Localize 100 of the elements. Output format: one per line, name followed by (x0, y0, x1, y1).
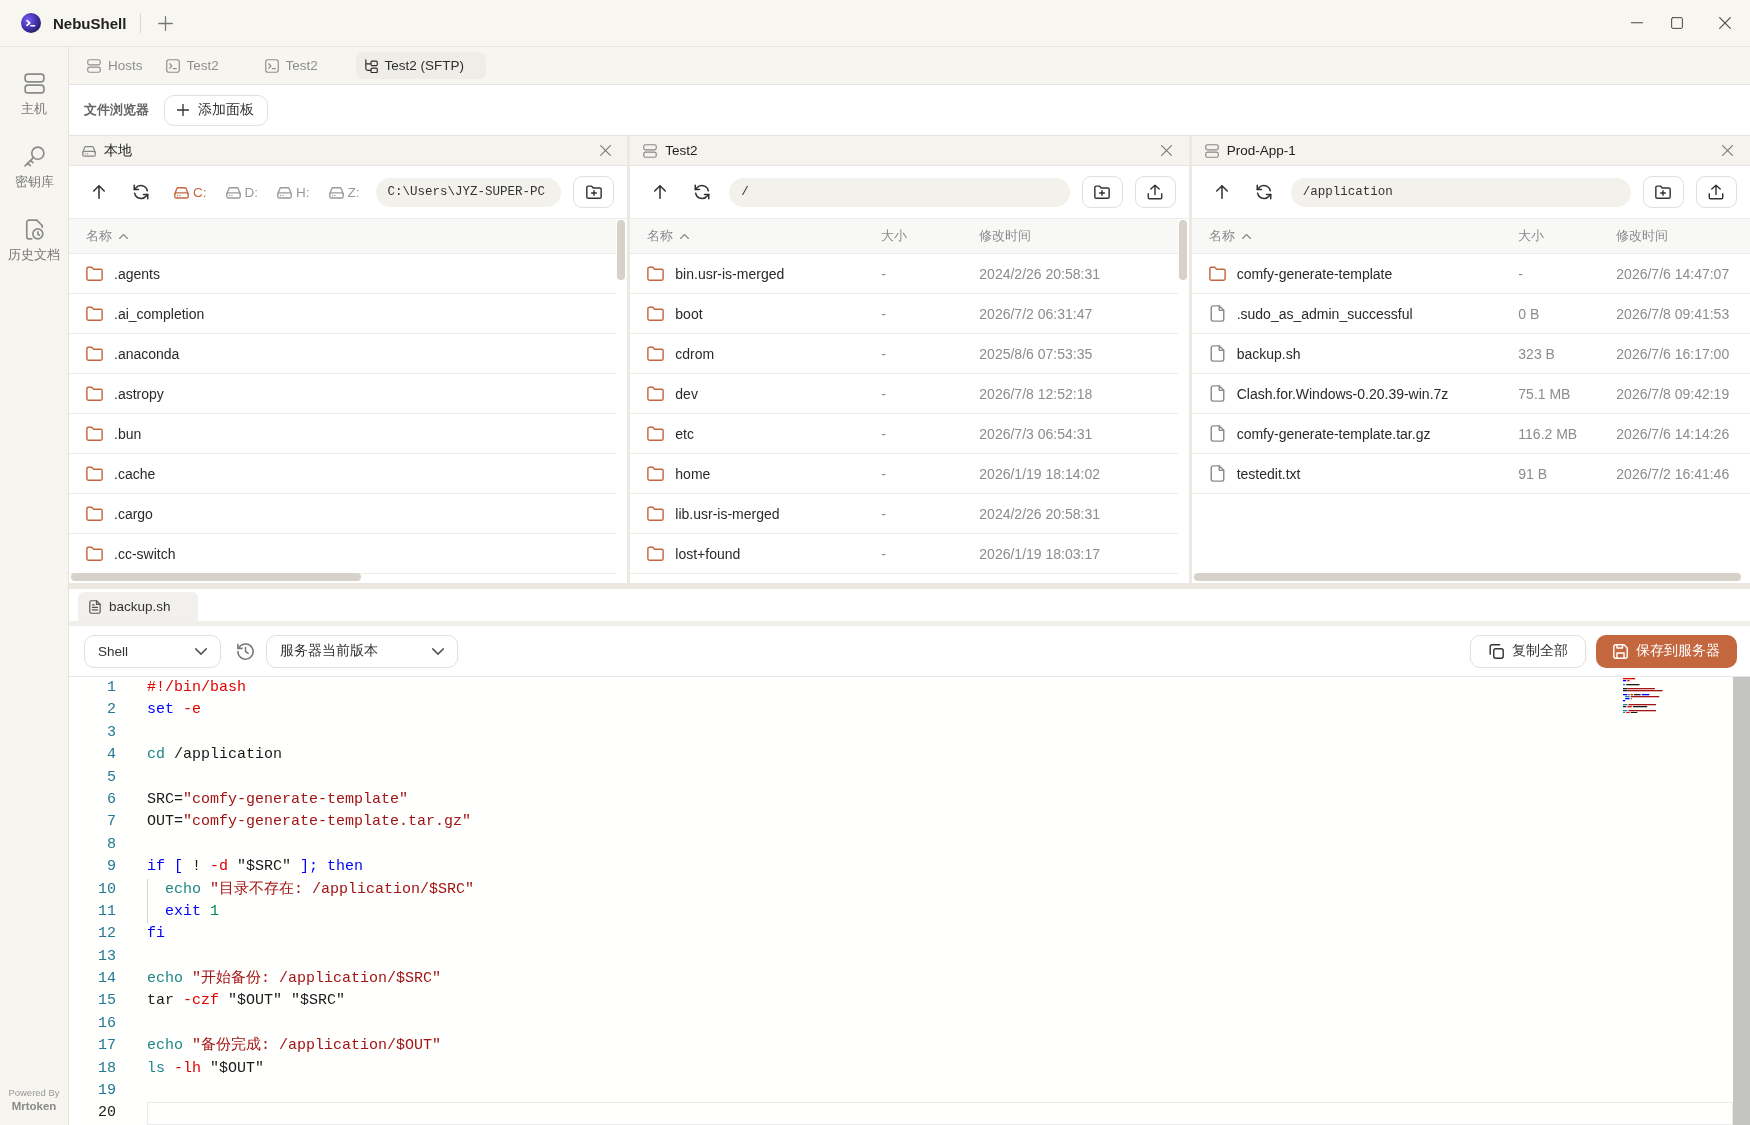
scrollbar-thumb[interactable] (1178, 220, 1187, 280)
maximize-icon (1671, 17, 1683, 29)
line-number: 1 (106, 678, 116, 698)
scrollbar-thumb[interactable] (617, 220, 626, 280)
arrow-up-icon (654, 185, 667, 199)
file-row[interactable]: backup.sh 323 B 2026/7/6 16:17:00 (1191, 334, 1750, 374)
history-icon (237, 642, 254, 660)
file-row[interactable]: testedit.txt 91 B 2026/7/2 16:41:46 (1191, 454, 1750, 494)
folder-icon (647, 545, 665, 562)
path-field[interactable]: C:\Users\JYZ-SUPER-PC (375, 177, 562, 207)
file-row[interactable]: .bun (69, 414, 617, 454)
tab[interactable]: Test2 (SFTP) (355, 52, 486, 79)
section-title: 文件浏览器 (84, 101, 149, 119)
code-minimap (1623, 678, 1663, 714)
file-row[interactable]: etc - 2026/7/3 06:54:31 (630, 414, 1178, 454)
file-row[interactable]: Clash.for.Windows-0.20.39-win.7z 75.1 MB 2026/7/8 09:42:19 (1191, 374, 1750, 414)
file-name: .sudo_as_admin_successful (1236, 305, 1413, 322)
line-number: 18 (97, 1058, 116, 1079)
folder-icon (86, 305, 103, 322)
line-number: 9 (106, 857, 116, 878)
line-number: 17 (97, 1036, 116, 1057)
file-name: cdrom (675, 345, 715, 362)
drive-icon (82, 143, 96, 158)
path-field[interactable]: /application (1290, 177, 1631, 207)
file-icon (1208, 465, 1226, 482)
file-row[interactable]: dev - 2026/7/8 12:52:18 (630, 374, 1178, 414)
file-name: .ai_completion (114, 305, 205, 322)
line-number: 15 (97, 991, 116, 1012)
version-select[interactable]: 服务器当前版本 (266, 634, 458, 668)
folder-icon (86, 345, 103, 362)
line-number: 12 (97, 924, 116, 945)
file-name: testedit.txt (1236, 465, 1301, 482)
file-modified-time: 2026/7/6 14:14:26 (1616, 425, 1730, 442)
server-icon (643, 143, 658, 158)
file-row[interactable]: lost+found - 2026/1/19 18:03:17 (630, 534, 1178, 574)
file-modified-time: 2026/7/8 09:41:53 (1616, 305, 1730, 322)
upload-icon (1708, 184, 1725, 200)
file-size: - (881, 465, 886, 482)
server-icon (23, 73, 45, 94)
file-row[interactable]: home - 2026/1/19 18:14:02 (630, 454, 1178, 494)
file-name: .cache (114, 465, 156, 482)
refresh-icon (133, 184, 149, 200)
line-number: 8 (106, 834, 116, 855)
server-icon (87, 58, 101, 73)
save-button[interactable]: 保存到服务器 (1596, 634, 1737, 668)
scrollbar-thumb[interactable] (1193, 573, 1741, 581)
panel-title: Prod-App-1 (1226, 143, 1297, 158)
upload-button[interactable] (1696, 176, 1737, 208)
file-size: - (881, 385, 886, 402)
file-row[interactable]: .cache (69, 454, 617, 494)
file-row[interactable]: .agents (69, 254, 617, 294)
file-row[interactable]: bin.usr-is-merged - 2024/2/26 20:58:31 (630, 254, 1178, 294)
file-size: 116.2 MB (1518, 425, 1578, 442)
file-name: boot (675, 305, 703, 322)
file-row[interactable]: comfy-generate-template.tar.gz 116.2 MB 2026/7/6 14:14:26 (1191, 414, 1750, 454)
drive-button[interactable]: C: (174, 184, 207, 200)
folder-icon (86, 425, 103, 442)
file-row[interactable]: comfy-generate-template - 2026/7/6 14:47:07 (1191, 254, 1750, 294)
file-size: 91 B (1518, 465, 1548, 482)
language-select[interactable]: Shell (84, 634, 221, 668)
file-row[interactable]: boot - 2026/7/2 06:31:47 (630, 294, 1178, 334)
sidebar-item[interactable]: 历史文档 (2, 207, 66, 276)
line-number: 10 (97, 879, 116, 900)
scrollbar-thumb[interactable] (1733, 677, 1750, 1125)
close-panel-button[interactable] (1720, 142, 1736, 159)
new-folder-button[interactable] (1081, 176, 1123, 208)
copy-all-button[interactable]: 复制全部 (1470, 634, 1586, 668)
file-row[interactable]: .cargo (69, 494, 617, 534)
file-name: backup.sh (1236, 345, 1301, 362)
line-number: 3 (106, 722, 116, 743)
folder-icon (647, 425, 665, 442)
powered-by-caption: Powered By (8, 1087, 60, 1098)
new-folder-button[interactable] (573, 176, 615, 208)
drive-icon (277, 184, 292, 200)
sidebar-item[interactable]: 密钥库 (2, 134, 66, 203)
file-row[interactable]: .sudo_as_admin_successful 0 B 2026/7/8 09:41:53 (1191, 294, 1750, 334)
save-icon (1613, 643, 1628, 659)
file-tab[interactable]: backup.sh (78, 592, 198, 621)
file-name: .bun (114, 425, 142, 442)
panel-title: Test2 (665, 143, 699, 158)
file-row[interactable]: lib.usr-is-merged - 2024/2/26 20:58:31 (630, 494, 1178, 534)
line-number: 6 (106, 789, 116, 810)
file-row[interactable]: .astropy (69, 374, 617, 414)
file-row[interactable]: cdrom - 2025/8/6 07:53:35 (630, 334, 1178, 374)
close-panel-button[interactable] (1158, 142, 1175, 159)
path-field[interactable]: / (729, 177, 1070, 207)
scrollbar-thumb[interactable] (71, 573, 362, 581)
code-line: echo "开始备份: /application/$SRC" (147, 969, 442, 990)
add-panel-button[interactable]: 添加面板 (164, 94, 268, 126)
upload-button[interactable] (1134, 176, 1176, 208)
file-row[interactable]: .ai_completion (69, 294, 617, 334)
sidebar-item[interactable]: 主机 (2, 61, 66, 130)
document-icon (88, 599, 102, 614)
file-row[interactable]: .anaconda (69, 334, 617, 374)
file-modified-time: 2024/2/26 20:58:31 (979, 505, 1100, 522)
file-name: home (675, 465, 711, 482)
file-name: lib.usr-is-merged (675, 505, 780, 522)
folder-plus-icon (1655, 184, 1672, 200)
close-panel-button[interactable] (597, 142, 614, 159)
new-folder-button[interactable] (1643, 176, 1684, 208)
